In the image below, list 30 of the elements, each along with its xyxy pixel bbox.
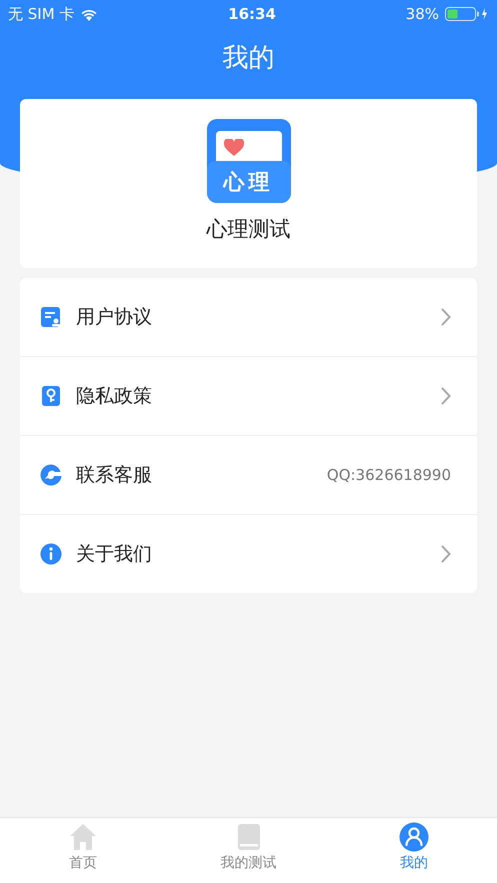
wifi-icon	[80, 8, 98, 20]
document-icon	[40, 306, 62, 328]
contact-value: QQ:3626618990	[326, 466, 451, 484]
menu-item[interactable]: 联系客服 QQ:3626618990	[20, 436, 477, 515]
battery-text: 38%	[406, 5, 439, 23]
tab-item[interactable]: 我的测试	[166, 818, 332, 883]
chevron-icon	[441, 308, 451, 326]
carrier-text: 无 SIM 卡	[8, 4, 74, 24]
key-icon	[40, 385, 62, 407]
page-title: 我的	[222, 42, 276, 75]
heart-icon	[224, 139, 244, 157]
menu-item[interactable]: 关于我们	[20, 515, 477, 593]
menu-label: 用户协议	[76, 305, 153, 330]
app-name: 心理测试	[206, 216, 290, 243]
logo-text: 心理	[224, 169, 274, 196]
home-icon	[68, 822, 98, 852]
menu-label: 关于我们	[76, 542, 153, 567]
chat-icon	[40, 464, 62, 486]
info-icon	[40, 543, 62, 565]
chevron-icon	[441, 545, 451, 563]
chevron-icon	[441, 387, 451, 405]
tab-item[interactable]: 首页	[0, 818, 166, 883]
battery-icon	[445, 7, 489, 21]
menu-item[interactable]: 用户协议	[20, 278, 477, 357]
clock-text: 16:34	[228, 5, 276, 23]
menu-label: 联系客服	[76, 463, 153, 488]
user-icon	[399, 822, 430, 852]
menu-label: 隐私政策	[76, 384, 153, 409]
menu-item[interactable]: 隐私政策	[20, 357, 477, 436]
tab-item[interactable]: 我的	[331, 818, 497, 883]
